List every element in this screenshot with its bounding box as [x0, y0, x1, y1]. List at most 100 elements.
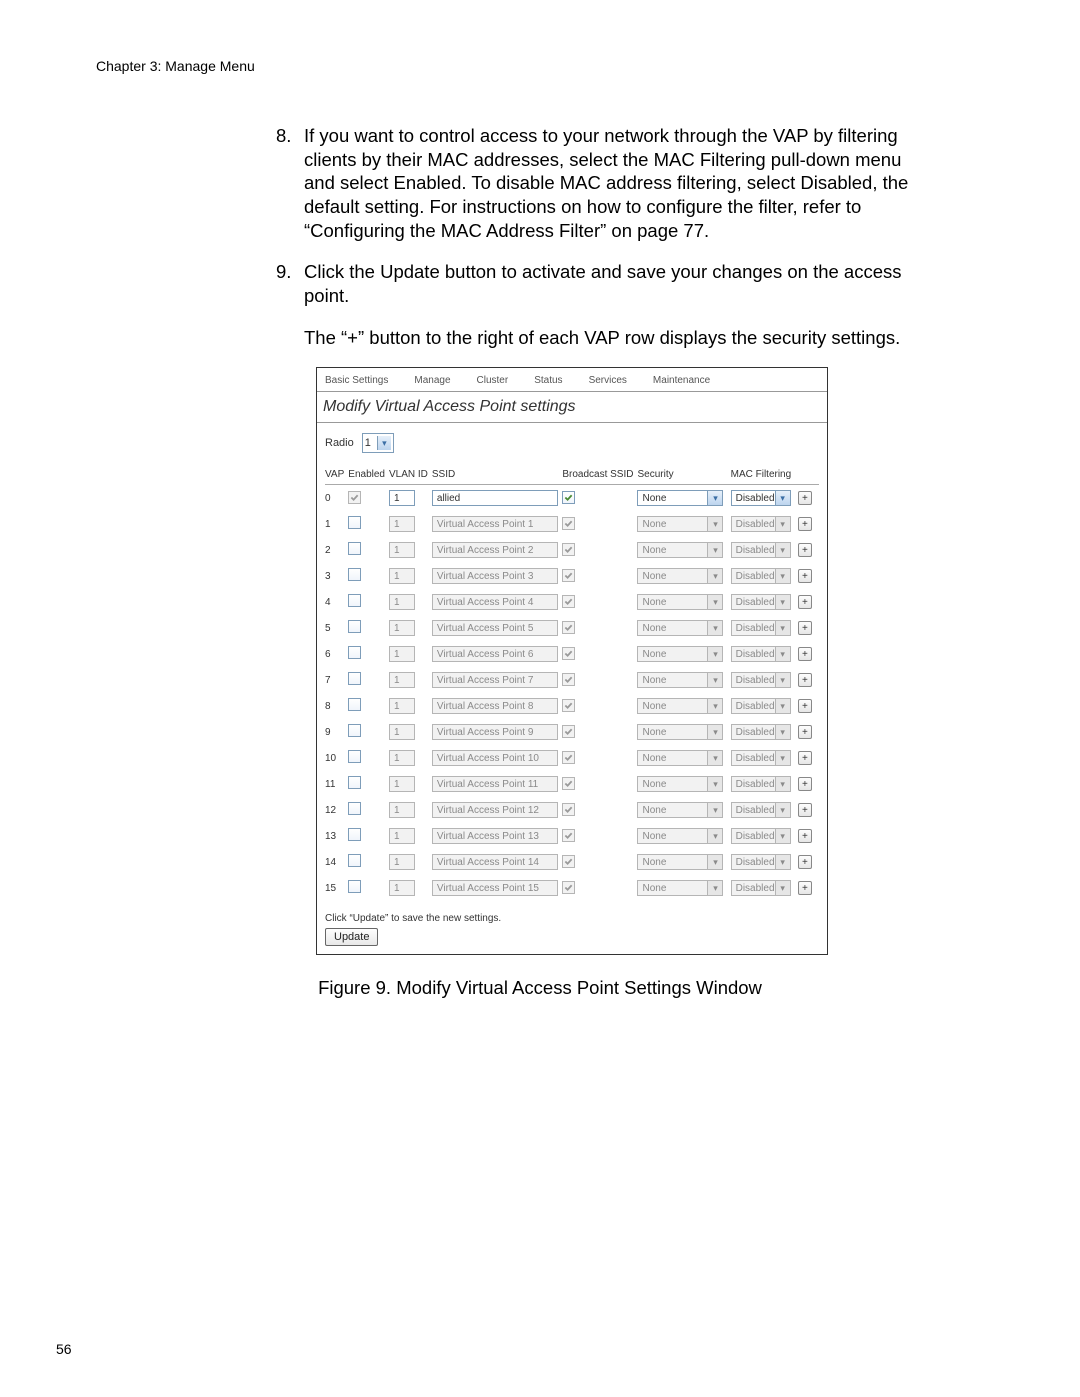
broadcast-ssid-checkbox: [562, 595, 575, 608]
table-row: 61Virtual Access Point 6None▾Disabled▾+: [325, 641, 819, 667]
update-button[interactable]: Update: [325, 928, 378, 946]
chevron-down-icon: ▾: [775, 647, 790, 661]
vlan-id-input[interactable]: 1: [389, 490, 415, 506]
broadcast-ssid-checkbox[interactable]: [562, 491, 575, 504]
table-row: 121Virtual Access Point 12None▾Disabled▾…: [325, 797, 819, 823]
ssid-input: Virtual Access Point 9: [432, 724, 558, 740]
table-row: 0 1 allied None▾ Disabled▾ +: [325, 485, 819, 512]
instruction-9: 9. Click the Update button to activate a…: [276, 260, 924, 307]
expand-security-button[interactable]: +: [798, 855, 812, 869]
vap-number: 4: [325, 589, 348, 615]
expand-security-button[interactable]: +: [798, 699, 812, 713]
table-row: 151Virtual Access Point 15None▾Disabled▾…: [325, 875, 819, 901]
vlan-id-input: 1: [389, 776, 415, 792]
vap-number: 0: [325, 485, 348, 512]
broadcast-ssid-checkbox: [562, 621, 575, 634]
chevron-down-icon: ▾: [707, 881, 722, 895]
nav-tab[interactable]: Maintenance: [647, 372, 730, 389]
broadcast-ssid-checkbox: [562, 751, 575, 764]
chevron-down-icon: ▾: [707, 569, 722, 583]
enabled-checkbox[interactable]: [348, 698, 361, 711]
expand-security-button[interactable]: +: [798, 829, 812, 843]
mac-filtering-select: Disabled▾: [731, 542, 791, 558]
mac-filtering-select: Disabled▾: [731, 568, 791, 584]
nav-tab[interactable]: Manage: [408, 372, 470, 389]
expand-security-button[interactable]: +: [798, 621, 812, 635]
nav-tab[interactable]: Services: [583, 372, 647, 389]
expand-security-button[interactable]: +: [798, 881, 812, 895]
nav-tab[interactable]: Basic Settings: [319, 372, 408, 389]
expand-security-button[interactable]: +: [798, 647, 812, 661]
enabled-checkbox[interactable]: [348, 750, 361, 763]
broadcast-ssid-checkbox: [562, 725, 575, 738]
vap-number: 11: [325, 771, 348, 797]
table-row: 81Virtual Access Point 8None▾Disabled▾+: [325, 693, 819, 719]
enabled-checkbox[interactable]: [348, 724, 361, 737]
expand-security-button[interactable]: +: [798, 725, 812, 739]
chevron-down-icon: ▾: [775, 751, 790, 765]
chevron-down-icon: ▾: [707, 673, 722, 687]
vap-number: 7: [325, 667, 348, 693]
radio-select[interactable]: 1 ▾: [362, 433, 394, 453]
chevron-down-icon: ▾: [707, 491, 722, 505]
security-select: None▾: [637, 880, 723, 896]
security-select: None▾: [637, 594, 723, 610]
ssid-input[interactable]: allied: [432, 490, 558, 506]
enabled-checkbox[interactable]: [348, 568, 361, 581]
expand-security-button[interactable]: +: [798, 569, 812, 583]
expand-security-button[interactable]: +: [798, 673, 812, 687]
enabled-checkbox[interactable]: [348, 516, 361, 529]
chevron-down-icon: ▾: [775, 569, 790, 583]
enabled-checkbox[interactable]: [348, 802, 361, 815]
enabled-checkbox[interactable]: [348, 672, 361, 685]
chevron-down-icon: ▾: [775, 517, 790, 531]
security-select: None▾: [637, 646, 723, 662]
security-select: None▾: [637, 724, 723, 740]
vap-number: 2: [325, 537, 348, 563]
enabled-checkbox[interactable]: [348, 880, 361, 893]
security-select[interactable]: None▾: [637, 490, 723, 506]
expand-security-button[interactable]: +: [798, 803, 812, 817]
ssid-input: Virtual Access Point 2: [432, 542, 558, 558]
vlan-id-input: 1: [389, 802, 415, 818]
broadcast-ssid-checkbox: [562, 881, 575, 894]
mac-filtering-select: Disabled▾: [731, 880, 791, 896]
expand-security-button[interactable]: +: [798, 491, 812, 505]
instruction-9-continuation: The “+” button to the right of each VAP …: [304, 326, 924, 350]
chevron-down-icon: ▾: [707, 647, 722, 661]
mac-filtering-select: Disabled▾: [731, 620, 791, 636]
enabled-checkbox[interactable]: [348, 854, 361, 867]
broadcast-ssid-checkbox: [562, 543, 575, 556]
enabled-checkbox[interactable]: [348, 542, 361, 555]
expand-security-button[interactable]: +: [798, 595, 812, 609]
expand-security-button[interactable]: +: [798, 543, 812, 557]
enabled-checkbox[interactable]: [348, 828, 361, 841]
page-number: 56: [56, 1341, 72, 1357]
enabled-checkbox[interactable]: [348, 620, 361, 633]
chevron-down-icon: ▾: [775, 725, 790, 739]
expand-security-button[interactable]: +: [798, 751, 812, 765]
enabled-checkbox[interactable]: [348, 776, 361, 789]
col-header-ssid: SSID: [432, 467, 562, 485]
chevron-down-icon: ▾: [775, 829, 790, 843]
expand-security-button[interactable]: +: [798, 777, 812, 791]
mac-filtering-select: Disabled▾: [731, 516, 791, 532]
ssid-input: Virtual Access Point 8: [432, 698, 558, 714]
mac-filtering-select[interactable]: Disabled▾: [731, 490, 791, 506]
nav-tab[interactable]: Status: [528, 372, 582, 389]
chevron-down-icon: ▾: [707, 699, 722, 713]
chevron-down-icon: ▾: [707, 803, 722, 817]
table-row: 71Virtual Access Point 7None▾Disabled▾+: [325, 667, 819, 693]
enabled-checkbox[interactable]: [348, 594, 361, 607]
chevron-down-icon: ▾: [377, 436, 391, 450]
enabled-checkbox[interactable]: [348, 646, 361, 659]
mac-filtering-select: Disabled▾: [731, 828, 791, 844]
vap-number: 9: [325, 719, 348, 745]
expand-security-button[interactable]: +: [798, 517, 812, 531]
broadcast-ssid-checkbox: [562, 829, 575, 842]
nav-tab[interactable]: Cluster: [471, 372, 529, 389]
vlan-id-input: 1: [389, 854, 415, 870]
table-row: 131Virtual Access Point 13None▾Disabled▾…: [325, 823, 819, 849]
instruction-8: 8. If you want to control access to your…: [276, 124, 924, 242]
vap-number: 5: [325, 615, 348, 641]
